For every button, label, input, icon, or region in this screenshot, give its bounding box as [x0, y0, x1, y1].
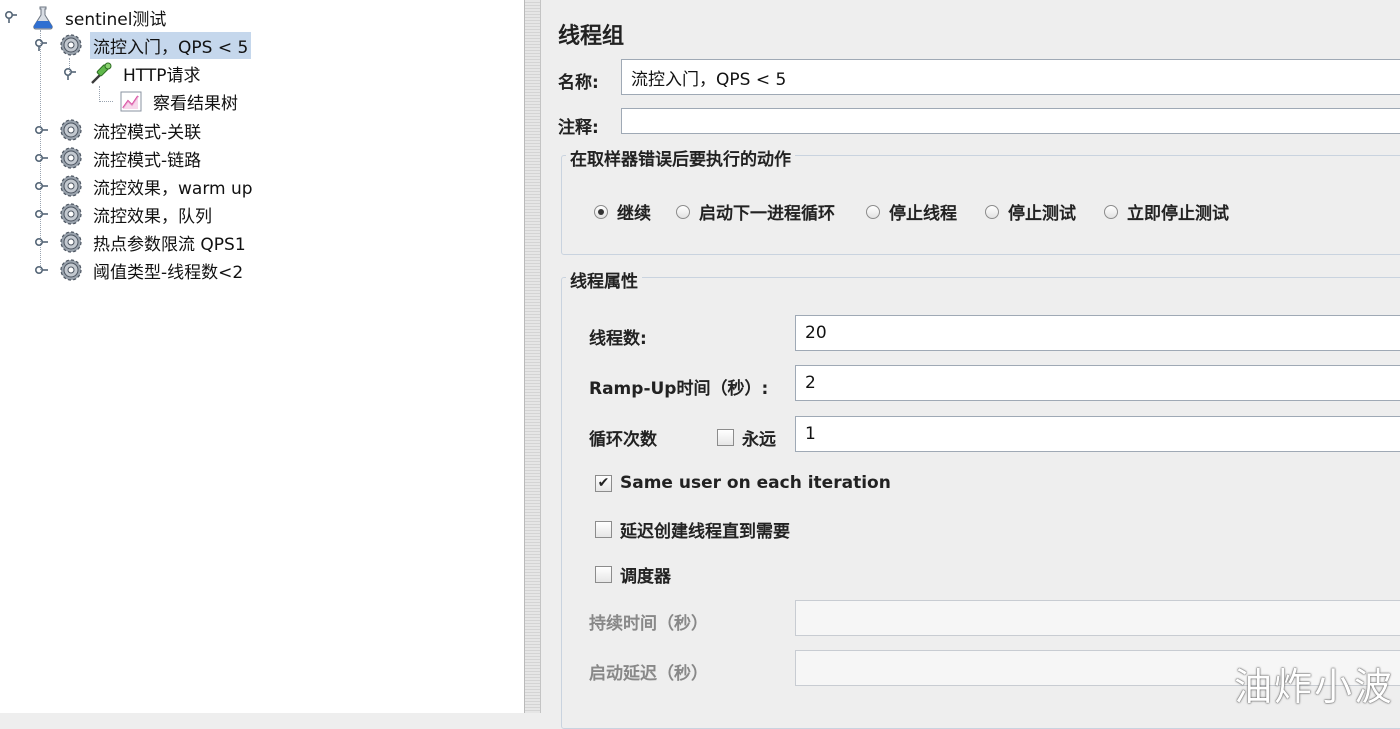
tree-item-label: 流控效果，队列 — [93, 206, 212, 227]
tree-item-label: 热点参数限流 QPS1 — [93, 234, 246, 255]
radio-empty-icon — [676, 204, 690, 219]
tree-item-thread-group[interactable]: 阈值类型-线程数<2 — [58, 257, 246, 283]
tree-item-thread-group[interactable]: 流控效果，队列 — [58, 201, 215, 227]
radio-label: 停止测试 — [1008, 204, 1076, 224]
pipette-icon — [91, 62, 112, 84]
tree-guide-line — [99, 86, 100, 102]
page-title: 线程组 — [558, 24, 625, 49]
radio-empty-icon — [866, 204, 880, 219]
radio-selected-icon — [594, 204, 608, 219]
gear-icon — [60, 259, 82, 281]
name-label: 名称: — [558, 73, 599, 93]
gear-icon — [60, 175, 82, 197]
threads-label: 线程数: — [589, 329, 647, 349]
checkmark-icon: ✔ — [595, 474, 612, 492]
radio-empty-icon — [1104, 204, 1118, 219]
delay-thread-creation-checkbox[interactable]: 延迟创建线程直到需要 — [595, 517, 790, 542]
gear-icon — [60, 34, 82, 56]
test-plan-tree[interactable]: sentinel测试 流控入门，QPS < 5 HTTP请求 察看结果树 流控模… — [0, 0, 525, 713]
duration-label: 持续时间（秒） — [589, 614, 708, 634]
tree-item-label: 流控模式-链路 — [93, 150, 202, 171]
watermark: 油炸小波 — [1233, 665, 1394, 709]
chart-listener-icon — [120, 91, 142, 112]
rampup-input[interactable] — [795, 365, 1400, 401]
thread-group-form: 线程组 名称: 注释: 在取样器错误后要执行的动作 继续 启动下一进程循环 停止… — [541, 0, 1400, 729]
tree-collapsed-toggle-icon[interactable] — [34, 235, 48, 249]
tree-guide-line — [99, 101, 113, 102]
tree-item-label: 流控入门，QPS < 5 — [90, 31, 252, 59]
radio-label: 停止线程 — [889, 204, 957, 224]
radio-stop-test[interactable]: 停止测试 — [985, 199, 1076, 224]
split-pane-divider[interactable] — [525, 0, 541, 713]
rampup-label: Ramp-Up时间（秒）: — [589, 379, 769, 399]
radio-continue[interactable]: 继续 — [594, 199, 651, 224]
tree-collapsed-toggle-icon[interactable] — [34, 151, 48, 165]
tree-expand-toggle-icon[interactable] — [63, 67, 77, 81]
tree-expand-toggle-icon[interactable] — [34, 38, 48, 52]
checkbox-empty-icon — [595, 521, 612, 538]
duration-input — [795, 600, 1400, 636]
test-plan-flask-icon — [33, 6, 53, 30]
tree-item-thread-group[interactable]: 流控模式-关联 — [58, 117, 204, 143]
same-user-checkbox[interactable]: ✔ Same user on each iteration — [595, 473, 891, 493]
gear-icon — [60, 119, 82, 141]
tree-collapsed-toggle-icon[interactable] — [34, 123, 48, 137]
checkbox-label: 调度器 — [620, 567, 671, 587]
gear-icon — [60, 231, 82, 253]
comment-label: 注释: — [558, 118, 599, 138]
tree-item-label: sentinel测试 — [65, 9, 167, 30]
tree-item-label: HTTP请求 — [123, 65, 201, 86]
radio-start-next-loop[interactable]: 启动下一进程循环 — [676, 199, 835, 224]
radio-label: 继续 — [617, 204, 651, 224]
comment-input[interactable] — [621, 108, 1400, 134]
tree-item-http-request[interactable]: HTTP请求 — [88, 60, 204, 86]
tree-item-label: 流控模式-关联 — [93, 122, 202, 143]
threads-input[interactable] — [795, 315, 1400, 351]
tree-item-thread-group[interactable]: 流控效果，warm up — [58, 173, 256, 199]
tree-item-thread-group[interactable]: 热点参数限流 QPS1 — [58, 229, 249, 255]
gear-icon — [60, 203, 82, 225]
tree-item-label: 阈值类型-线程数<2 — [93, 262, 244, 283]
group-title: 线程属性 — [566, 267, 642, 292]
tree-item-root[interactable]: sentinel测试 — [30, 4, 169, 30]
group-title: 在取样器错误后要执行的动作 — [566, 145, 795, 170]
scheduler-checkbox[interactable]: 调度器 — [595, 562, 671, 587]
tree-item-label: 察看结果树 — [153, 93, 238, 114]
tree-item-results-tree[interactable]: 察看结果树 — [118, 88, 241, 114]
tree-item-thread-group[interactable]: 流控模式-链路 — [58, 145, 204, 171]
tree-expand-toggle-icon[interactable] — [4, 10, 18, 24]
radio-label: 启动下一进程循环 — [699, 204, 835, 224]
startup-delay-label: 启动延迟（秒） — [589, 664, 708, 684]
tree-collapsed-toggle-icon[interactable] — [34, 207, 48, 221]
checkbox-label: 延迟创建线程直到需要 — [620, 522, 790, 542]
gear-icon — [60, 147, 82, 169]
checkbox-label: Same user on each iteration — [620, 473, 891, 493]
checkbox-empty-icon — [717, 429, 734, 446]
radio-empty-icon — [985, 204, 999, 219]
loop-count-label: 循环次数 — [589, 430, 657, 450]
tree-item-thread-group[interactable]: 流控入门，QPS < 5 — [58, 31, 252, 59]
radio-stop-thread[interactable]: 停止线程 — [866, 199, 957, 224]
tree-item-label: 流控效果，warm up — [93, 178, 253, 199]
tree-guide-line — [40, 30, 41, 270]
radio-label: 立即停止测试 — [1127, 204, 1229, 224]
forever-checkbox[interactable]: 永远 — [717, 425, 776, 450]
tree-collapsed-toggle-icon[interactable] — [34, 263, 48, 277]
loop-count-input[interactable] — [795, 416, 1400, 452]
radio-stop-test-now[interactable]: 立即停止测试 — [1104, 199, 1229, 224]
checkbox-empty-icon — [595, 566, 612, 583]
tree-collapsed-toggle-icon[interactable] — [34, 179, 48, 193]
name-input[interactable] — [621, 59, 1400, 95]
checkbox-label: 永远 — [742, 430, 776, 450]
